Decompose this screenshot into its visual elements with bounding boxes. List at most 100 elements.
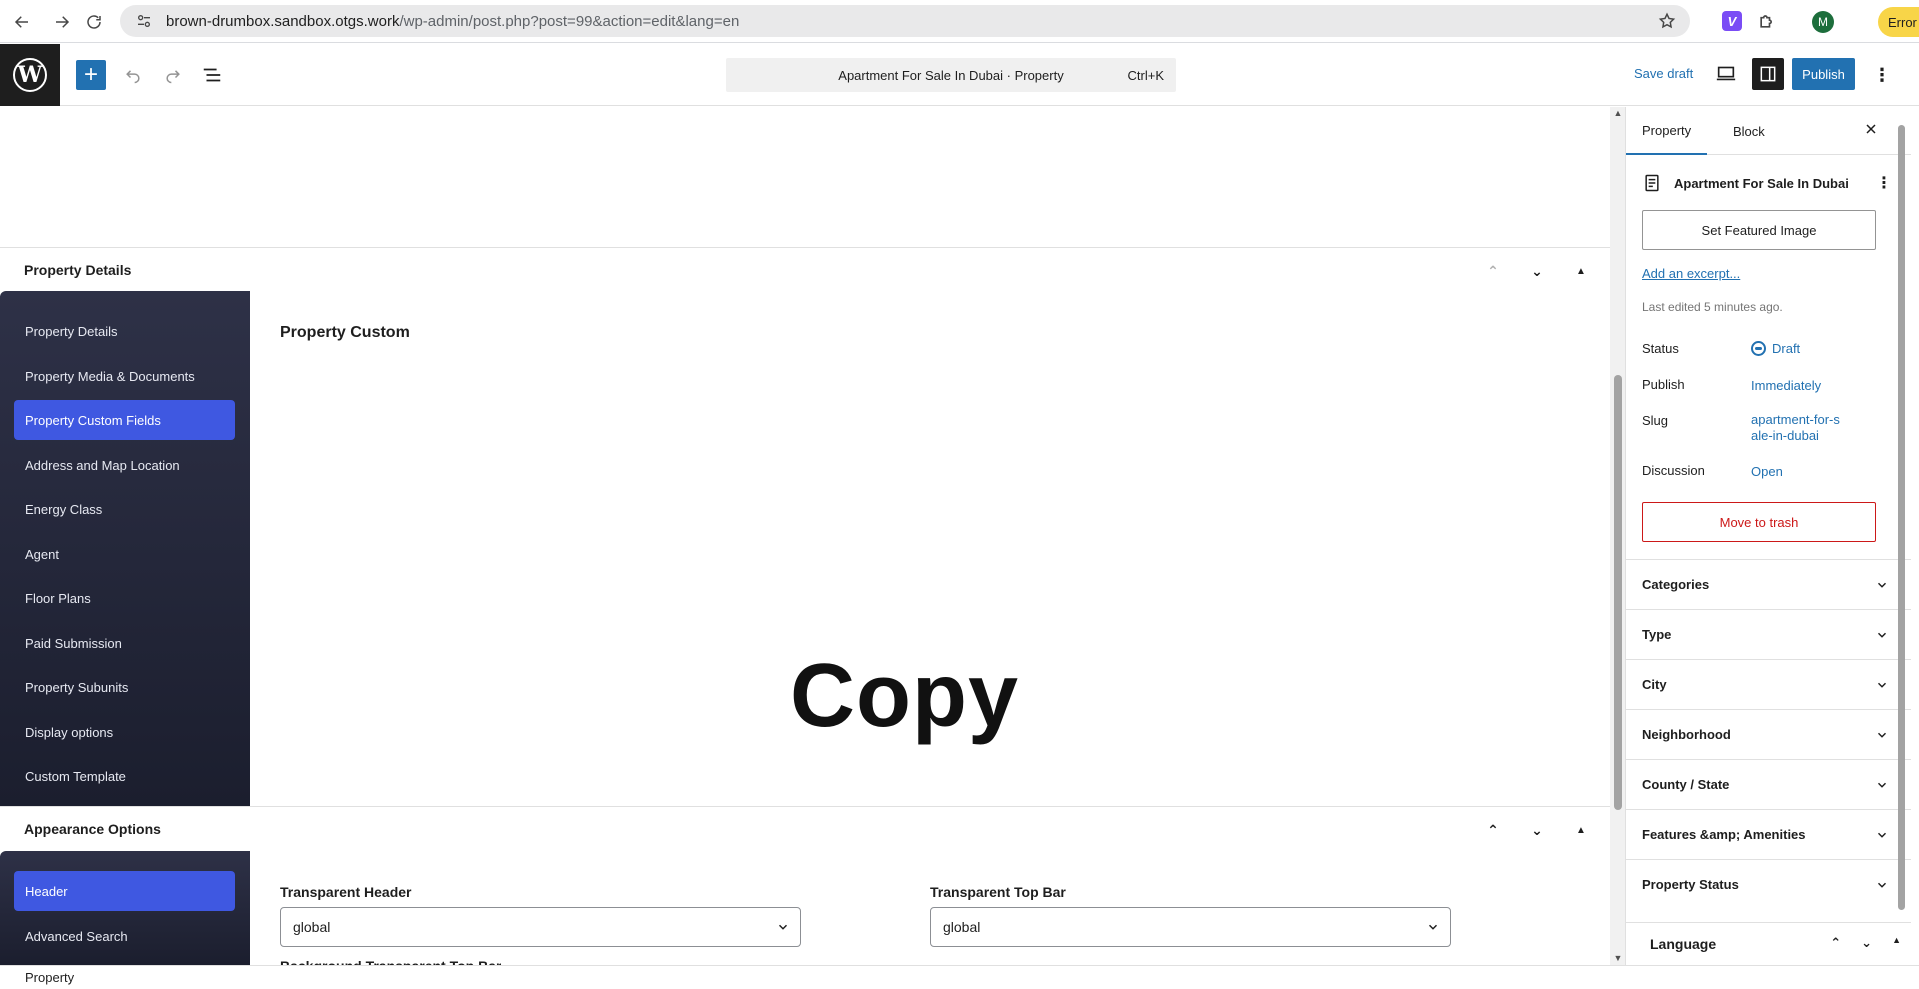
error-badge[interactable]: Error⋮ (1878, 7, 1919, 37)
transparent-topbar-value: global (943, 919, 981, 935)
panel-county-state[interactable]: County / State (1626, 759, 1911, 809)
extensions-puzzle-icon[interactable] (1757, 11, 1777, 31)
url-path: /wp-admin/post.php?post=99&action=edit&l… (399, 12, 740, 30)
command-shortcut: Ctrl+K (1127, 68, 1164, 83)
document-overview-icon[interactable] (199, 62, 225, 88)
nav-item-address-map[interactable]: Address and Map Location (14, 445, 235, 485)
panel-categories[interactable]: Categories (1626, 559, 1911, 609)
extension-v-icon[interactable]: V (1722, 11, 1742, 31)
status-value-text: Draft (1772, 341, 1801, 356)
transparent-header-select[interactable]: global (280, 907, 801, 947)
slug-value[interactable]: apartment-for-sale-in-dubai (1751, 412, 1846, 444)
post-actions-icon[interactable]: ⋮ (1876, 173, 1892, 193)
save-draft-button[interactable]: Save draft (1634, 66, 1693, 81)
property-details-metabox-header[interactable]: Property Details ⌃ ⌄ ▲ (0, 247, 1610, 292)
editor-header: W + Apartment For Sale In Dubai · Proper… (0, 44, 1919, 106)
nav-item-property-subunits[interactable]: Property Subunits (14, 667, 235, 707)
nav-item-agent[interactable]: Agent (14, 534, 235, 574)
nav-item-header[interactable]: Header (14, 871, 235, 911)
move-up-icon[interactable]: ⌃ (1482, 819, 1504, 841)
metabox-title: Appearance Options (24, 821, 161, 837)
block-inserter-button[interactable]: + (76, 60, 106, 90)
canvas-scroll-thumb[interactable] (1614, 375, 1622, 810)
undo-icon[interactable] (120, 62, 146, 88)
panel-property-status[interactable]: Property Status (1626, 859, 1911, 909)
document-bar[interactable]: Apartment For Sale In Dubai · Property C… (726, 58, 1176, 92)
collapse-toggle-icon[interactable]: ▲ (1892, 935, 1901, 951)
panel-type[interactable]: Type (1626, 609, 1911, 659)
error-label: Error (1888, 14, 1917, 30)
redo-icon[interactable] (160, 62, 186, 88)
post-summary: Apartment For Sale In Dubai ⋮ (1642, 169, 1892, 197)
profile-initial: M (1818, 15, 1828, 29)
chevron-down-icon (1877, 732, 1887, 738)
bookmark-star-icon[interactable] (1658, 12, 1676, 30)
status-label: Status (1642, 341, 1679, 356)
transparent-topbar-select[interactable]: global (930, 907, 1451, 947)
nav-item-display-options[interactable]: Display options (14, 712, 235, 752)
wordpress-logo-letter: W (13, 58, 47, 92)
publish-label: Publish (1642, 377, 1685, 392)
panel-title: City (1642, 677, 1667, 692)
nav-item-energy-class[interactable]: Energy Class (14, 489, 235, 529)
nav-item-paid-submission[interactable]: Paid Submission (14, 623, 235, 663)
nav-item-advanced-search[interactable]: Advanced Search (14, 916, 235, 956)
move-to-trash-button[interactable]: Move to trash (1642, 502, 1876, 542)
sidebar-scroll-thumb[interactable] (1898, 125, 1905, 910)
sidebar-scrollbar[interactable] (1895, 107, 1909, 910)
close-sidebar-icon[interactable] (1860, 118, 1882, 140)
wordpress-logo-icon[interactable]: W (0, 44, 60, 106)
editor-options-icon[interactable]: ⋮ (1872, 62, 1892, 88)
collapse-toggle-icon[interactable]: ▲ (1570, 819, 1592, 841)
panel-title: Type (1642, 627, 1672, 642)
collapse-toggle-icon[interactable]: ▲ (1570, 260, 1592, 282)
panel-city[interactable]: City (1626, 659, 1911, 709)
panel-title: Neighborhood (1642, 727, 1731, 742)
transparent-header-label: Transparent Header (280, 884, 412, 900)
panel-neighborhood[interactable]: Neighborhood (1626, 709, 1911, 759)
background-topbar-label: Background Transparent Top Bar (280, 957, 501, 965)
nav-item-custom-fields[interactable]: Property Custom Fields (14, 400, 235, 440)
move-up-icon[interactable]: ⌃ (1830, 935, 1841, 951)
reload-icon[interactable] (74, 2, 114, 42)
document-title: Apartment For Sale In Dubai · Property (838, 67, 1064, 83)
breadcrumb-item[interactable]: Property (25, 970, 74, 985)
add-excerpt-link[interactable]: Add an excerpt... (1642, 266, 1740, 281)
publish-button[interactable]: Publish (1792, 58, 1855, 90)
copy-overlay-text: Copy (790, 646, 1019, 746)
nav-item-property-details[interactable]: Property Details (14, 311, 235, 351)
panel-title: County / State (1642, 777, 1730, 792)
settings-sidebar: Property Block Apartment For Sale In Dub… (1625, 107, 1919, 965)
scroll-up-icon[interactable]: ▲ (1612, 108, 1624, 118)
status-value[interactable]: Draft (1751, 341, 1800, 357)
set-featured-image-button[interactable]: Set Featured Image (1642, 210, 1876, 250)
url-host: brown-drumbox.sandbox.otgs.work (166, 12, 400, 30)
scroll-down-icon[interactable]: ▼ (1612, 953, 1624, 963)
tab-property[interactable]: Property (1626, 107, 1708, 155)
nav-item-floor-plans[interactable]: Floor Plans (14, 578, 235, 618)
language-metabox-header[interactable]: Language ⌃ ⌄ ▲ (1626, 922, 1911, 965)
profile-avatar[interactable]: M (1812, 11, 1834, 33)
tab-block[interactable]: Block (1723, 107, 1775, 155)
property-details-nav: Property Details Property Media & Docume… (0, 291, 250, 806)
publish-date-value[interactable]: Immediately (1751, 378, 1821, 394)
transparent-header-value: global (293, 919, 331, 935)
move-down-icon[interactable]: ⌄ (1526, 260, 1548, 282)
preview-icon[interactable] (1715, 62, 1741, 88)
move-down-icon[interactable]: ⌄ (1526, 819, 1548, 841)
appearance-options-metabox-header[interactable]: Appearance Options ⌃ ⌄ ▲ (0, 806, 1610, 851)
move-down-icon[interactable]: ⌄ (1861, 935, 1872, 951)
discussion-value[interactable]: Open (1751, 464, 1783, 480)
browser-toolbar: brown-drumbox.sandbox.otgs.work/wp-admin… (0, 0, 1919, 43)
back-icon[interactable] (2, 2, 42, 42)
address-bar[interactable]: brown-drumbox.sandbox.otgs.work/wp-admin… (120, 5, 1690, 37)
settings-sidebar-toggle-icon[interactable] (1752, 58, 1784, 90)
block-breadcrumb: Property (0, 965, 1919, 989)
metabox-title: Property Details (24, 262, 132, 278)
site-info-icon[interactable] (136, 13, 152, 29)
nav-item-media-documents[interactable]: Property Media & Documents (14, 356, 235, 396)
last-edited-text: Last edited 5 minutes ago. (1642, 300, 1783, 314)
nav-item-custom-template[interactable]: Custom Template (14, 756, 235, 796)
move-up-icon[interactable]: ⌃ (1482, 260, 1504, 282)
panel-features-amenities[interactable]: Features &amp; Amenities (1626, 809, 1911, 859)
